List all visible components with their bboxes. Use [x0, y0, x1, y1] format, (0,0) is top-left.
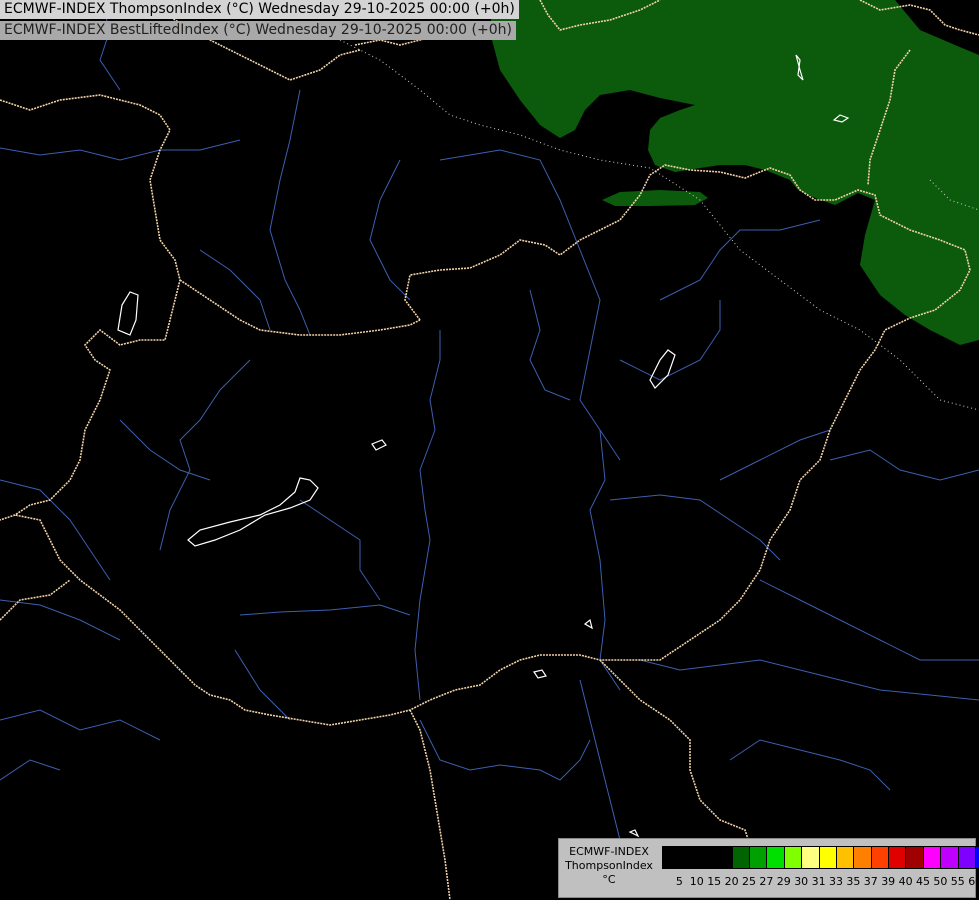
river	[299, 499, 381, 601]
legend-swatch	[889, 847, 907, 868]
legend-tick-label: 50	[933, 875, 948, 888]
river	[119, 419, 211, 481]
legend-swatch	[715, 847, 733, 868]
river	[419, 719, 591, 781]
field-area-patch	[602, 190, 708, 206]
legend-tick-label: 31	[811, 875, 826, 888]
river	[0, 709, 161, 741]
river	[239, 604, 411, 616]
legend-tick-label: 35	[846, 875, 861, 888]
legend-label: ECMWF-INDEX ThompsonIndex °C	[559, 845, 659, 887]
border	[179, 279, 421, 336]
map-title-primary: ECMWF-INDEX ThompsonIndex (°C) Wednesday…	[0, 0, 519, 19]
river	[234, 649, 291, 721]
legend-swatch	[749, 847, 768, 868]
legend-label-line: °C	[602, 873, 616, 886]
map-title-secondary: ECMWF-INDEX BestLiftedIndex (°C) Wednesd…	[0, 21, 516, 40]
legend-swatch	[854, 847, 872, 868]
legend-swatch	[836, 847, 855, 868]
color-legend: ECMWF-INDEX ThompsonIndex °C 5 10 15 20 25 27…	[558, 838, 979, 898]
border	[409, 709, 451, 900]
river	[659, 219, 821, 301]
legend-swatch	[767, 847, 785, 868]
legend-swatch	[923, 847, 942, 868]
legend-tick-label: 29	[776, 875, 791, 888]
river	[759, 579, 979, 661]
legend-tick-label: 27	[759, 875, 774, 888]
river	[199, 249, 271, 331]
lake-small	[117, 291, 139, 336]
lake-small	[533, 669, 547, 679]
legend-swatch	[680, 847, 698, 868]
legend-swatch	[941, 847, 959, 868]
river	[159, 359, 251, 551]
thompson-index-field	[490, 0, 979, 345]
river	[0, 759, 61, 781]
legend-swatches	[662, 846, 979, 869]
lake-small	[371, 439, 387, 451]
river	[269, 89, 311, 336]
river	[829, 449, 979, 481]
lake-small	[649, 349, 676, 389]
legend-tick-label: 40	[898, 875, 913, 888]
legend-swatch	[871, 847, 890, 868]
legend-swatch	[732, 847, 750, 868]
legend-tick-label: 37	[863, 875, 878, 888]
lake-small	[583, 618, 593, 630]
legend-swatch	[958, 847, 977, 868]
legend-tick-label: 55	[950, 875, 965, 888]
border	[599, 659, 751, 846]
legend-swatch	[697, 847, 716, 868]
legend-swatch	[784, 847, 803, 868]
river	[729, 739, 891, 791]
river	[609, 494, 781, 561]
legend-tick-label: 10	[689, 875, 704, 888]
field-area-north	[490, 0, 979, 345]
legend-label-line: ThompsonIndex	[565, 859, 653, 872]
legend-label-line: ECMWF-INDEX	[569, 845, 649, 858]
legend-tick-label: 30	[794, 875, 809, 888]
river	[414, 330, 441, 701]
river	[579, 679, 621, 841]
border	[14, 164, 971, 726]
weather-map: ECMWF-INDEX ThompsonIndex (°C) Wednesday…	[0, 0, 979, 900]
legend-swatch	[663, 847, 681, 868]
river	[639, 659, 979, 701]
legend-tick-label: 20	[724, 875, 739, 888]
legend-tick-label: 45	[916, 875, 930, 888]
border	[0, 579, 71, 621]
river	[0, 139, 241, 161]
legend-tick-label: 25	[742, 875, 756, 888]
legend-swatch	[819, 847, 837, 868]
lake-small	[628, 829, 640, 838]
lakes	[117, 54, 850, 838]
border	[0, 94, 181, 521]
legend-tick-label: 15	[707, 875, 722, 888]
river	[0, 479, 111, 581]
river	[529, 289, 571, 401]
legend-tick-label: 60	[968, 875, 979, 888]
lake-balaton	[187, 477, 319, 547]
legend-tick-label: 33	[829, 875, 843, 888]
legend-tick-label: 39	[881, 875, 896, 888]
map-canvas	[0, 0, 979, 900]
river	[369, 159, 411, 301]
legend-swatch	[906, 847, 924, 868]
river	[0, 599, 121, 641]
legend-tick-label: 5	[675, 875, 683, 888]
river	[439, 149, 621, 461]
legend-swatch	[802, 847, 820, 868]
river	[719, 429, 831, 481]
river	[589, 429, 621, 691]
